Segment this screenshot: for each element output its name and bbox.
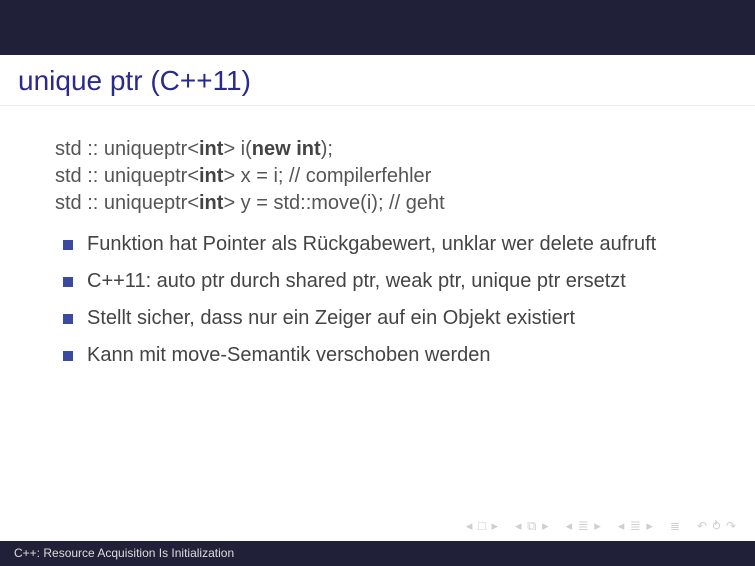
list-item: C++11: auto ptr durch shared ptr, weak p… (61, 268, 710, 295)
nav-doc-back-icon[interactable]: ◂ ⧉ ▸ (515, 518, 550, 534)
slide-title: unique ptr (C++11) (18, 65, 251, 96)
code-text: std :: uniqueptr (55, 192, 187, 214)
nav-section-back-icon[interactable]: ◂ ≣ ▸ (566, 518, 602, 534)
bullet-text: Funktion hat Pointer als Rückgabewert, u… (87, 233, 656, 255)
code-text: std :: uniqueptr (55, 165, 187, 187)
footer: ◂ □ ▸ ◂ ⧉ ▸ ◂ ≣ ▸ ◂ ≣ ▸ ≣ ↶ ⥁ ↷ C++: Res… (0, 511, 755, 566)
nav-loop-icon[interactable]: ↶ ⥁ ↷ (697, 519, 737, 533)
angle-close: > (223, 138, 235, 160)
slide-body: std :: uniqueptr<int> i(new int); std ::… (0, 106, 755, 389)
angle-open: < (187, 192, 199, 214)
bullet-list: Funktion hat Pointer als Rückgabewert, u… (61, 231, 710, 369)
nav-mode-icon[interactable]: ≣ (670, 519, 681, 533)
footer-text: C++: Resource Acquisition Is Initializat… (14, 546, 234, 560)
nav-frame-back-icon[interactable]: ◂ □ ▸ (466, 518, 499, 534)
code-text: i( (235, 138, 252, 160)
list-item: Kann mit move-Semantik verschoben werden (61, 342, 710, 369)
code-text: y = std::move(i); // geht (235, 192, 445, 214)
code-line-3: std :: uniqueptr<int> y = std::move(i); … (55, 190, 710, 217)
bullet-text: C++11: auto ptr durch shared ptr, weak p… (87, 270, 626, 292)
code-line-2: std :: uniqueptr<int> x = i; // compiler… (55, 163, 710, 190)
nav-subsection-back-icon[interactable]: ◂ ≣ ▸ (618, 518, 654, 534)
code-text: x = i; // compilerfehler (235, 165, 431, 187)
angle-close: > (223, 165, 235, 187)
angle-open: < (187, 165, 199, 187)
code-text: ); (321, 138, 333, 160)
header-dark-bar (0, 0, 755, 55)
keyword-new-int: new int (252, 138, 321, 160)
angle-open: < (187, 138, 199, 160)
keyword-int: int (199, 192, 223, 214)
footer-bar: C++: Resource Acquisition Is Initializat… (0, 541, 755, 566)
bullet-text: Kann mit move-Semantik verschoben werden (87, 344, 491, 366)
list-item: Funktion hat Pointer als Rückgabewert, u… (61, 231, 710, 258)
list-item: Stellt sicher, dass nur ein Zeiger auf e… (61, 305, 710, 332)
angle-close: > (223, 192, 235, 214)
code-block: std :: uniqueptr<int> i(new int); std ::… (55, 136, 710, 217)
keyword-int: int (199, 165, 223, 187)
bullet-text: Stellt sicher, dass nur ein Zeiger auf e… (87, 307, 575, 329)
nav-icons: ◂ □ ▸ ◂ ⧉ ▸ ◂ ≣ ▸ ◂ ≣ ▸ ≣ ↶ ⥁ ↷ (0, 511, 755, 541)
keyword-int: int (199, 138, 223, 160)
code-text: std :: uniqueptr (55, 138, 187, 160)
title-bar: unique ptr (C++11) (0, 55, 755, 106)
code-line-1: std :: uniqueptr<int> i(new int); (55, 136, 710, 163)
